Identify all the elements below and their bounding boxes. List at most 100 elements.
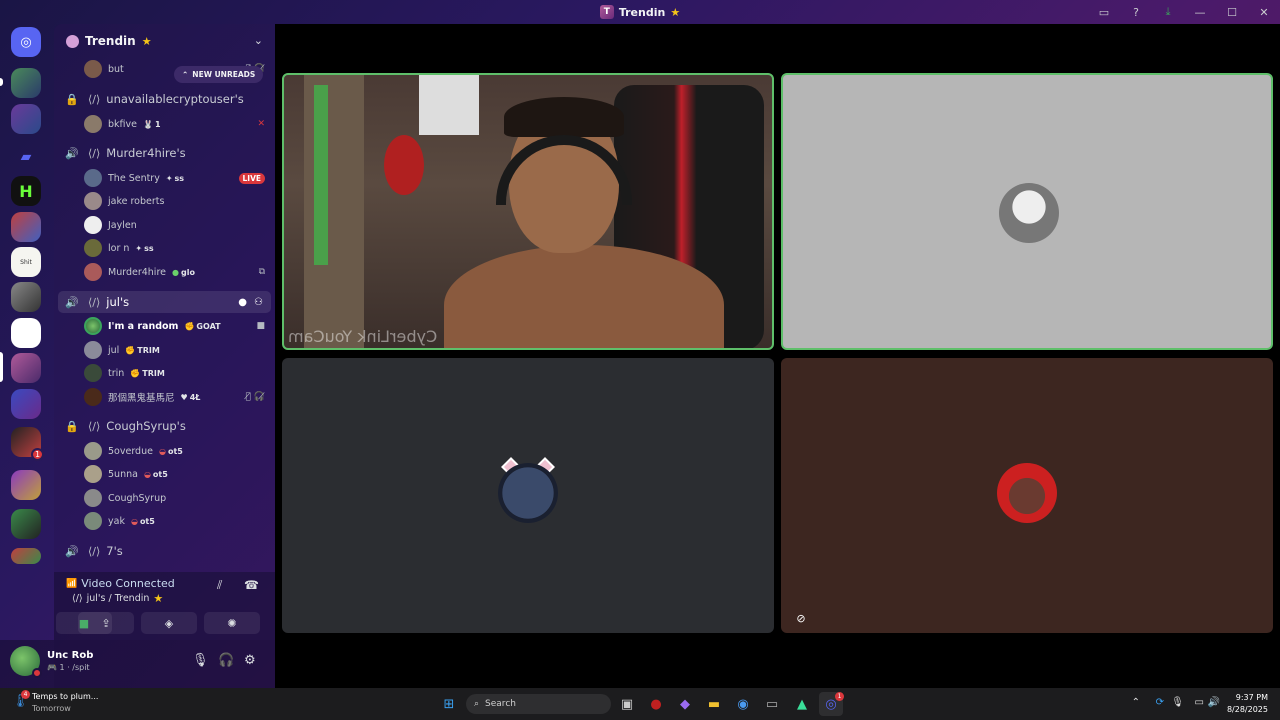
app-icon[interactable]: ▲ bbox=[790, 692, 814, 716]
server-icon[interactable] bbox=[11, 104, 41, 134]
clock[interactable]: 9:37 PM 8/28/2025 bbox=[1227, 692, 1268, 716]
user-tag: ◒ ot5 bbox=[158, 446, 183, 456]
chevron-up-icon[interactable]: ⌃ bbox=[1132, 697, 1140, 708]
discord-badge: 1 bbox=[835, 692, 844, 701]
windows-start-icon[interactable]: ⊞ bbox=[437, 692, 461, 716]
server-icon[interactable] bbox=[11, 389, 41, 419]
discord-window: T Trendin ★ ▭ ? ⤓ — ☐ ✕ ◎ ▰ H Shit 1 Tre… bbox=[0, 0, 1280, 720]
file-explorer-icon[interactable]: ▬ bbox=[702, 692, 726, 716]
server-icon: T bbox=[599, 5, 614, 19]
server-icon[interactable]: H bbox=[11, 176, 41, 206]
discord-home-icon[interactable]: ◎ bbox=[11, 27, 41, 57]
download-icon[interactable]: ⤓ bbox=[1152, 0, 1184, 24]
avatar bbox=[84, 239, 102, 257]
network-icon[interactable]: ▭ bbox=[1195, 697, 1204, 708]
voice-user[interactable]: Murder4hire ● glo ⧉ bbox=[58, 262, 271, 282]
server-icon[interactable]: Shit bbox=[11, 247, 41, 277]
voice-user[interactable]: lor n ✦ ss bbox=[58, 238, 271, 258]
webcam-watermark: CyberLink YouCam bbox=[288, 327, 438, 346]
noise-suppression-icon[interactable]: ⫽ bbox=[217, 578, 222, 593]
window-title: T Trendin ★ bbox=[599, 5, 681, 19]
search-icon: ⌕ bbox=[474, 699, 480, 709]
taskbar-search[interactable]: ⌕ Search bbox=[466, 694, 611, 714]
task-view-icon[interactable]: ▣ bbox=[615, 692, 639, 716]
server-folder-icon[interactable] bbox=[11, 470, 41, 500]
voice-channel[interactable]: 🔒 ⟨/⟩ CoughSyrup's bbox=[58, 415, 271, 437]
server-rail: ◎ ▰ H Shit 1 bbox=[0, 24, 52, 688]
voice-user[interactable]: 5unna ◒ ot5 bbox=[58, 464, 271, 484]
chrome-icon[interactable]: ◉ bbox=[731, 692, 755, 716]
voice-user[interactable]: 5overdue ◒ ot5 bbox=[58, 441, 271, 461]
microphone-icon[interactable]: 🎙 bbox=[192, 653, 209, 668]
server-icon[interactable] bbox=[11, 282, 41, 312]
invite-icon[interactable]: ⚇ bbox=[254, 297, 263, 308]
user-tag: ✦ ss bbox=[165, 173, 185, 183]
user-name[interactable]: Unc Rob bbox=[47, 650, 93, 661]
voice-user[interactable]: bkfive 🐰 1 ✕ bbox=[58, 114, 271, 134]
video-tile-avatar[interactable] bbox=[282, 358, 774, 633]
maximize-button[interactable]: ☐ bbox=[1216, 0, 1248, 24]
status-indicator bbox=[32, 668, 42, 678]
video-tile-webcam[interactable]: CyberLink YouCam bbox=[282, 73, 774, 350]
server-icon[interactable] bbox=[11, 68, 41, 98]
folder-icon[interactable]: ▰ bbox=[11, 142, 41, 172]
screen-share-button[interactable]: ⇪ bbox=[78, 612, 134, 634]
chevron-down-icon[interactable]: ⌄ bbox=[254, 34, 263, 47]
minimize-button[interactable]: — bbox=[1184, 0, 1216, 24]
user-name: 5overdue bbox=[108, 445, 153, 457]
voice-user[interactable]: I'm a random ✊ GOAT ■ bbox=[58, 316, 271, 336]
unread-pill bbox=[0, 78, 3, 86]
activity-button[interactable]: ◈ bbox=[141, 612, 197, 634]
server-icon[interactable] bbox=[11, 548, 41, 564]
background-object bbox=[419, 75, 479, 135]
close-button[interactable]: ✕ bbox=[1248, 0, 1280, 24]
background-wall bbox=[304, 75, 364, 348]
app-icon[interactable]: ● bbox=[644, 692, 668, 716]
soundboard-button[interactable]: ✺ bbox=[204, 612, 260, 634]
voice-user[interactable]: jul ✊ TRIM bbox=[58, 340, 271, 360]
help-icon[interactable]: ? bbox=[1120, 0, 1152, 24]
server-folder-icon[interactable] bbox=[11, 509, 41, 539]
voice-location[interactable]: ⟨/⟩ jul's / Trendin ★ bbox=[72, 592, 163, 605]
new-unreads-label: NEW UNREADS bbox=[192, 70, 256, 79]
server-icon[interactable] bbox=[11, 318, 41, 348]
headphones-icon[interactable]: 🎧 bbox=[218, 653, 234, 668]
voice-user[interactable]: Jaylen bbox=[58, 215, 271, 235]
microphone-tray-icon[interactable]: 🎙 bbox=[1171, 697, 1184, 708]
settings-gear-icon[interactable]: ⚙ bbox=[244, 653, 256, 668]
voice-user[interactable]: 那個黑鬼基馬尼 ♥ 4Ł 🎙̸ 🎧̸ bbox=[58, 387, 271, 407]
voice-status[interactable]: 📶 Video Connected bbox=[66, 577, 175, 590]
guild-header[interactable]: Trendin ★ ⌄ bbox=[54, 24, 275, 58]
server-icon-trendin[interactable] bbox=[11, 353, 41, 383]
voice-channel-active[interactable]: 🔊 ⟨/⟩ jul's ● ⚇ bbox=[58, 291, 271, 313]
voice-user[interactable]: yak ◒ ot5 bbox=[58, 511, 271, 531]
voice-channel[interactable]: 🔊 ⟨/⟩ Murder4hire's bbox=[58, 142, 271, 164]
new-unreads-button[interactable]: ⌃ NEW UNREADS bbox=[174, 66, 264, 83]
disconnect-icon[interactable]: ☎ bbox=[244, 578, 259, 592]
user-tag: ✦ ss bbox=[135, 243, 154, 253]
channel-name: Murder4hire's bbox=[106, 146, 186, 160]
speaker-icon: 🔊 bbox=[65, 146, 79, 160]
voice-user[interactable]: jake roberts bbox=[58, 191, 271, 211]
star-icon: ★ bbox=[670, 5, 681, 19]
video-tile-avatar[interactable] bbox=[781, 73, 1273, 350]
voice-user[interactable]: trin ✊ TRIM bbox=[58, 363, 271, 383]
chat-icon[interactable]: ● bbox=[238, 297, 247, 308]
voice-user[interactable]: The Sentry ✦ ss LIVE bbox=[58, 168, 271, 188]
copilot-icon[interactable]: ◆ bbox=[673, 692, 697, 716]
inbox-icon[interactable]: ▭ bbox=[1088, 0, 1120, 24]
voice-channel[interactable]: 🔒 ⟨/⟩ unavailablecryptouser's bbox=[58, 88, 271, 110]
volume-icon[interactable]: 🔊 bbox=[1208, 697, 1220, 708]
server-icon[interactable] bbox=[11, 212, 41, 242]
user-name: yak bbox=[108, 515, 125, 527]
weather-title: Temps to plum... bbox=[32, 692, 99, 701]
user-tag: ◒ ot5 bbox=[143, 469, 168, 479]
voice-user[interactable]: CoughSyrup bbox=[58, 488, 271, 508]
avatar bbox=[84, 341, 102, 359]
video-tile-avatar[interactable]: ⊘ bbox=[781, 358, 1273, 633]
sync-icon[interactable]: ⟳ bbox=[1156, 697, 1164, 708]
app-icon[interactable]: ▭ bbox=[760, 692, 784, 716]
voice-channel[interactable]: 🔊 ⟨/⟩ 7's bbox=[58, 540, 271, 562]
muted-icons: 🎙̸ 🎧̸ bbox=[245, 392, 265, 402]
participant-avatar bbox=[999, 183, 1059, 243]
